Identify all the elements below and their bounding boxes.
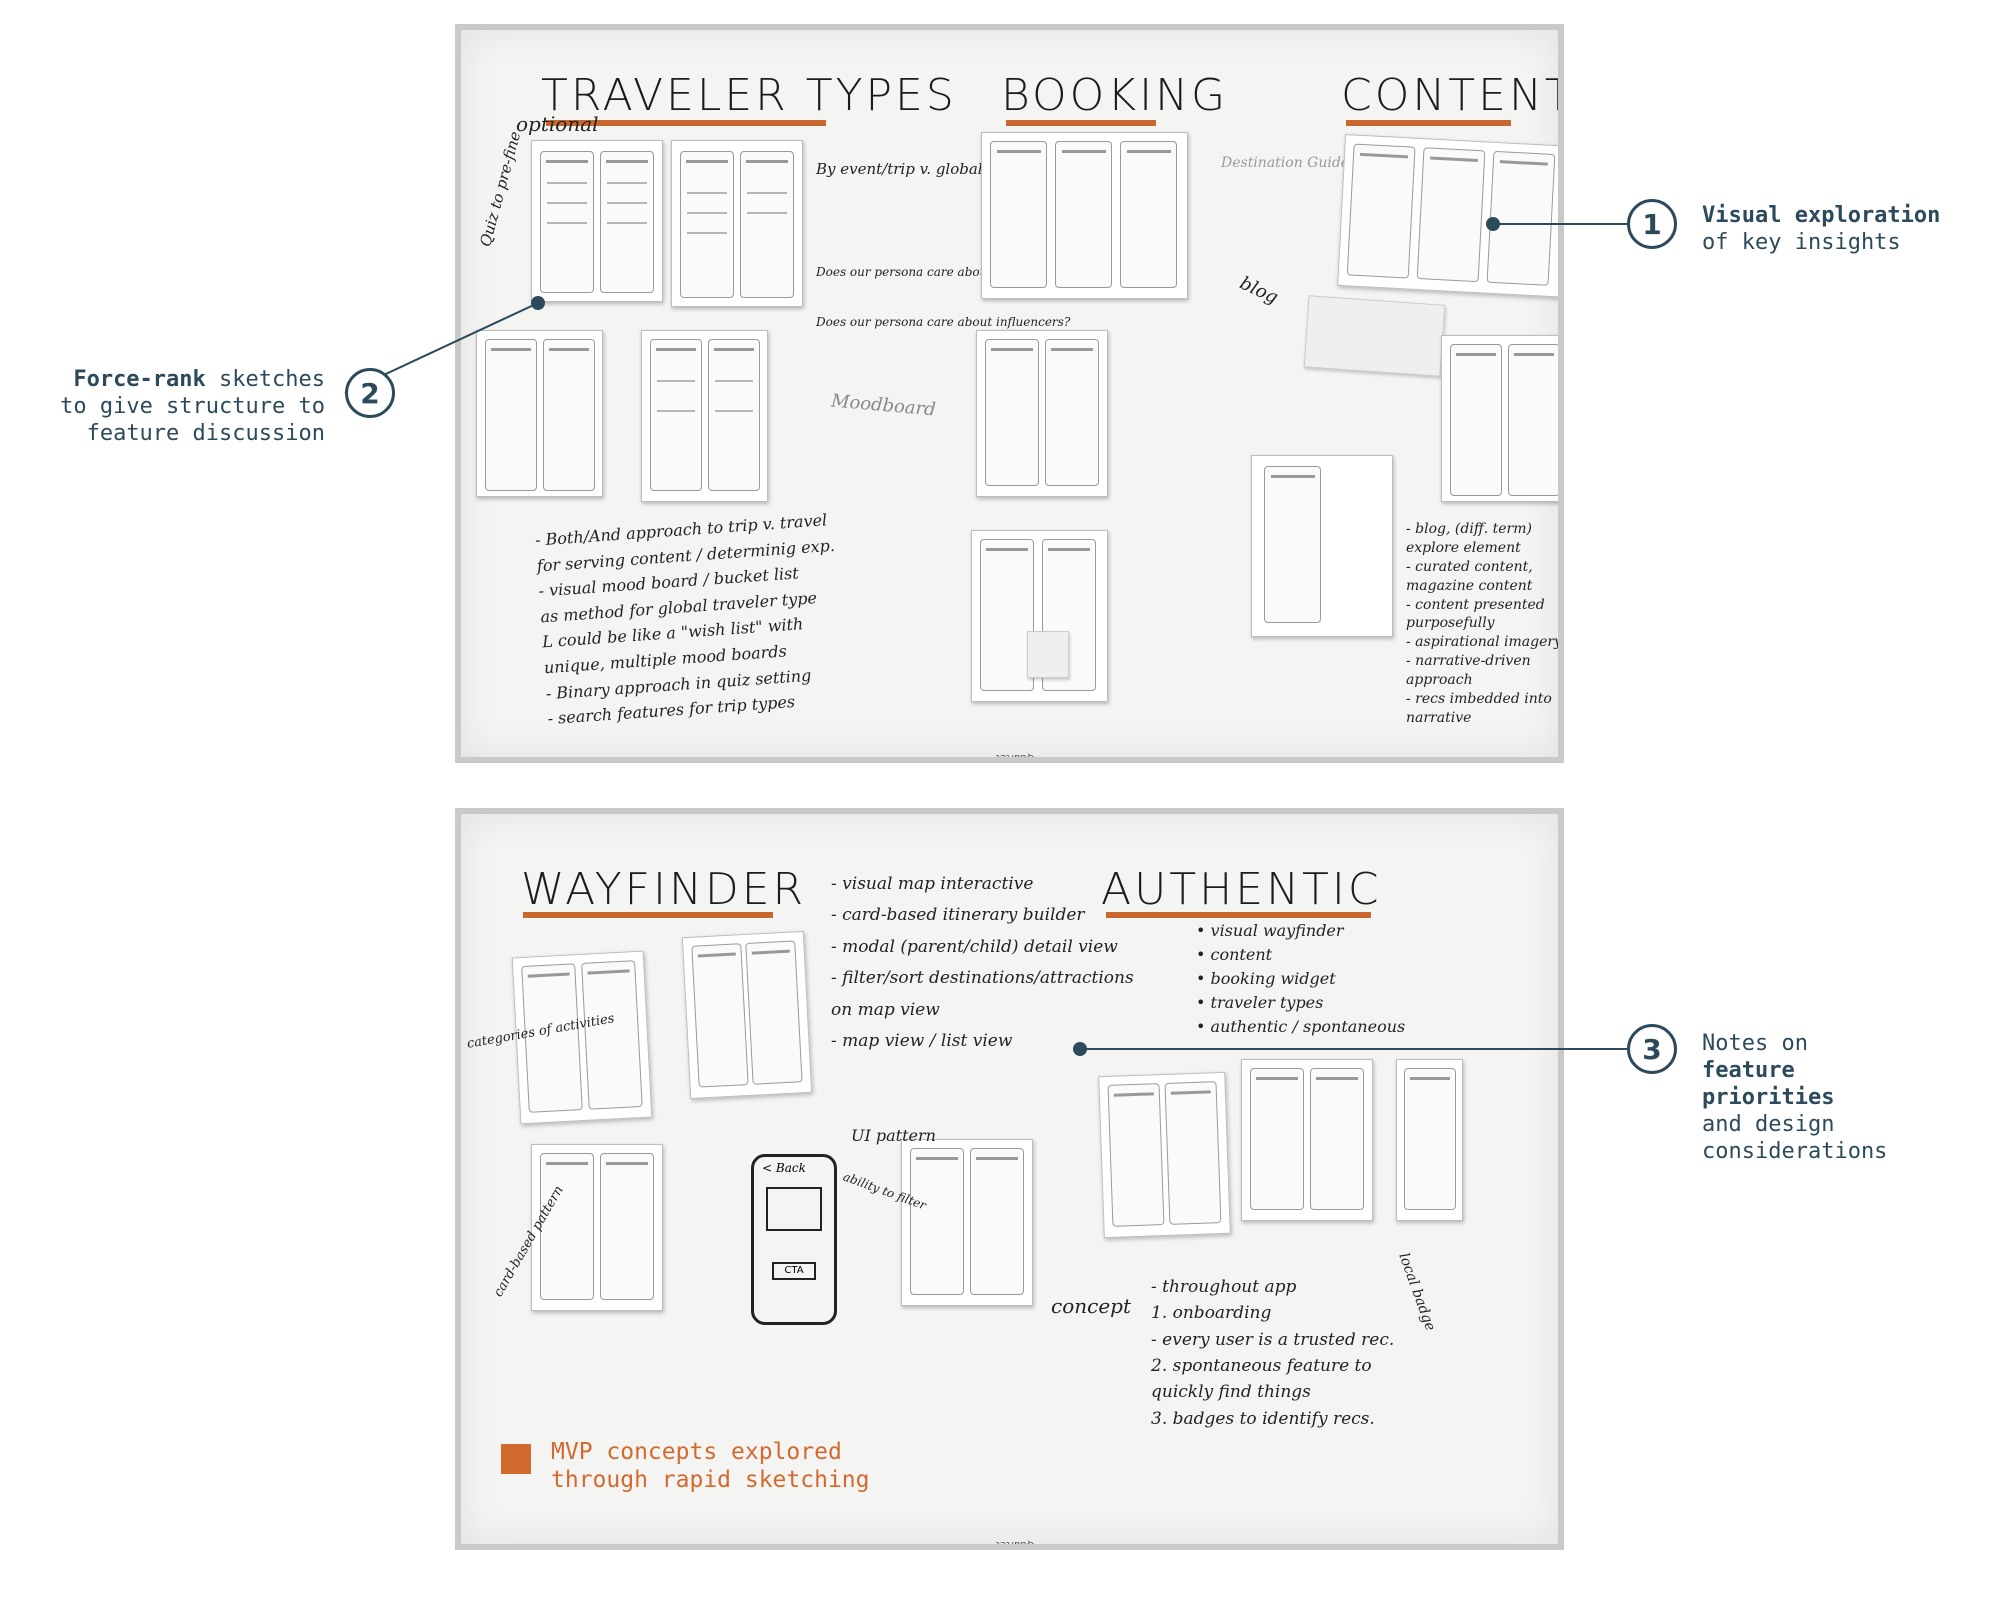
phone-wireframe xyxy=(980,539,1034,691)
phone-wireframe xyxy=(1310,1068,1364,1210)
phone-wireframe xyxy=(1164,1081,1222,1225)
board-brand: Quartet xyxy=(996,1539,1035,1550)
heading-traveler-types: TRAVELER TYPES xyxy=(541,70,957,121)
note-concept: concept xyxy=(1051,1294,1131,1318)
notes-traveler-types: - Both/And approach to trip v. travel fo… xyxy=(534,510,836,729)
callout-text-1: Visual exploration of key insights xyxy=(1702,203,1941,255)
phone-wireframe xyxy=(1264,466,1321,623)
phone-wireframe xyxy=(1404,1068,1456,1210)
callout-number-3: 3 xyxy=(1627,1024,1677,1074)
heading-wayfinder: WAYFINDER xyxy=(521,864,807,915)
note-optional: optional xyxy=(516,112,599,136)
phone-wireframe xyxy=(1120,141,1177,288)
legend-swatch xyxy=(501,1444,531,1474)
heading-underline xyxy=(1006,120,1156,126)
heading-underline xyxy=(1106,912,1371,918)
sketch-sheet xyxy=(1251,455,1393,637)
sketch-sheet xyxy=(981,132,1188,299)
sketch-sheet xyxy=(901,1139,1033,1306)
notes-content: - blog, (diff. term) explore element - c… xyxy=(1406,521,1562,726)
callout-text-2: Force-rank sketches to give structure to… xyxy=(60,367,325,446)
callout-number-1: 1 xyxy=(1627,199,1677,249)
whiteboard-top: TRAVELER TYPES BOOKING CONTENT optional … xyxy=(455,24,1564,763)
phone-wireframe xyxy=(740,151,794,298)
callout-text-3: Notes on feature priorities and design c… xyxy=(1702,1031,1888,1164)
authentic-priority-list: • visual wayfinder • content • booking w… xyxy=(1196,921,1406,1036)
notes-wayfinder: - visual map interactive - card-based it… xyxy=(831,874,1134,1052)
phone-wireframe xyxy=(540,151,594,293)
back-label: < Back xyxy=(762,1161,806,1175)
note-local-badge: local badge xyxy=(1395,1250,1439,1334)
phone-wireframe xyxy=(1416,147,1486,283)
sticky-note xyxy=(1303,295,1446,377)
sketch-sheet xyxy=(1241,1059,1373,1221)
phone-wireframe xyxy=(691,943,749,1088)
heading-underline xyxy=(523,912,773,918)
callout-number-2: 2 xyxy=(345,368,395,418)
note-destination-guide: Destination Guide xyxy=(1221,155,1350,171)
phone-wireframe xyxy=(1450,344,1502,496)
phone-wireframe xyxy=(680,151,734,298)
whiteboard-bottom: WAYFINDER AUTHENTIC - visual map interac… xyxy=(455,808,1564,1550)
callout-anchor-dot xyxy=(531,296,545,310)
sticky-note xyxy=(1027,631,1069,678)
heading-underline xyxy=(1346,120,1511,126)
phone-wireframe xyxy=(540,1153,594,1300)
phone-wireframe xyxy=(1346,143,1416,279)
phone-wireframe xyxy=(1508,344,1558,496)
image-placeholder xyxy=(766,1187,822,1231)
sketch-sheet xyxy=(476,330,603,497)
sketch-sheet xyxy=(531,140,663,302)
sketch-sheet xyxy=(1337,134,1558,298)
sketch-sheet xyxy=(1098,1071,1231,1239)
sketch-sheet xyxy=(681,930,813,1100)
phone-wireframe xyxy=(581,960,643,1110)
phone-wireframe xyxy=(1250,1068,1304,1210)
note-moodboard: Moodboard xyxy=(830,390,937,421)
heading-content: CONTENT xyxy=(1341,70,1564,121)
sketch-sheet xyxy=(976,330,1108,497)
phone-wireframe xyxy=(1055,141,1112,288)
callout-anchor-dot xyxy=(1073,1042,1087,1056)
phone-wireframe xyxy=(708,339,760,491)
heading-authentic: AUTHENTIC xyxy=(1101,864,1382,915)
phone-wireframe xyxy=(985,339,1039,486)
phone-wireframe xyxy=(543,339,595,491)
callout-anchor-dot xyxy=(1486,217,1500,231)
sketch-sheet xyxy=(531,1144,663,1311)
note-influencers: Does our persona care about influencers? xyxy=(816,315,1071,329)
sketch-sheet xyxy=(641,330,768,502)
note-ui-pattern: UI pattern xyxy=(851,1126,936,1145)
heading-booking: BOOKING xyxy=(1001,70,1229,121)
phone-wireframe xyxy=(485,339,537,491)
sketch-sheet xyxy=(1396,1059,1463,1221)
sketch-sheet xyxy=(671,140,803,307)
sketch-sheet xyxy=(971,530,1108,702)
phone-wireframe xyxy=(600,151,654,293)
cta-button-drawing: CTA xyxy=(772,1262,816,1280)
board-brand: Quartet xyxy=(996,752,1035,763)
note-quiz: Quiz to pre-fine xyxy=(476,129,525,249)
phone-wireframe xyxy=(990,141,1047,288)
drawn-phone: < Back CTA xyxy=(751,1154,837,1325)
legend-text: MVP concepts explored through rapid sket… xyxy=(551,1439,870,1493)
note-blog: blog xyxy=(1236,272,1282,309)
sketch-sheet xyxy=(1441,335,1558,502)
notes-authentic: - throughout app 1. onboarding - every u… xyxy=(1151,1277,1395,1429)
phone-wireframe xyxy=(970,1148,1024,1295)
phone-wireframe xyxy=(910,1148,964,1295)
phone-wireframe xyxy=(1107,1083,1165,1227)
phone-wireframe xyxy=(650,339,702,491)
phone-wireframe xyxy=(1045,339,1099,486)
phone-wireframe xyxy=(600,1153,654,1300)
phone-wireframe xyxy=(745,940,803,1085)
